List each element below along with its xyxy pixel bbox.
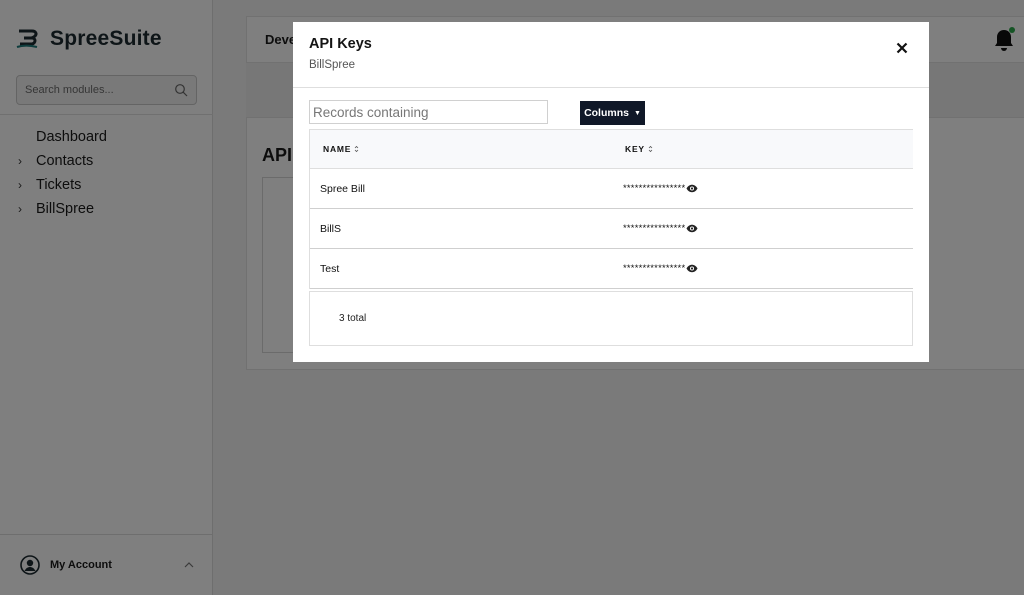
column-header-label: KEY [625,144,645,154]
api-key-cell: **************** [611,183,698,194]
api-key-name: Spree Bill [320,182,365,195]
table-row[interactable]: BillS **************** [310,209,913,249]
caret-down-icon: ▼ [633,109,641,117]
modal-title: API Keys [309,36,372,52]
total-count: 3 total [339,313,367,324]
eye-icon[interactable] [686,264,698,273]
modal-subtitle: BillSpree [309,59,356,71]
table-row[interactable]: Spree Bill **************** [310,169,913,209]
columns-button-label: Columns [584,107,629,119]
modal-header-divider [293,87,929,88]
records-filter-input[interactable] [309,100,548,124]
eye-icon[interactable] [686,184,698,193]
sort-icon[interactable] [648,145,653,153]
eye-icon[interactable] [686,224,698,233]
api-key-cell: **************** [611,223,698,234]
api-key-cell: **************** [611,263,698,274]
api-keys-modal: API Keys BillSpree Columns ▼ NAME KEY [293,22,929,362]
column-header-name[interactable]: NAME [310,144,611,154]
table-footer: 3 total [309,291,913,346]
api-key-masked: **************** [623,263,686,274]
sort-icon[interactable] [354,145,359,153]
table-row[interactable]: Test **************** [310,249,913,289]
table-header: NAME KEY [310,130,913,169]
api-key-masked: **************** [623,223,686,234]
column-header-key[interactable]: KEY [611,144,653,154]
api-key-name: BillS [320,222,342,235]
api-key-masked: **************** [623,183,686,194]
api-key-name: Test [320,262,340,275]
columns-button[interactable]: Columns ▼ [580,101,645,125]
column-header-label: NAME [323,144,352,154]
api-keys-table: NAME KEY Spree Bill **************** Bil… [309,129,913,289]
close-icon[interactable] [895,41,909,55]
